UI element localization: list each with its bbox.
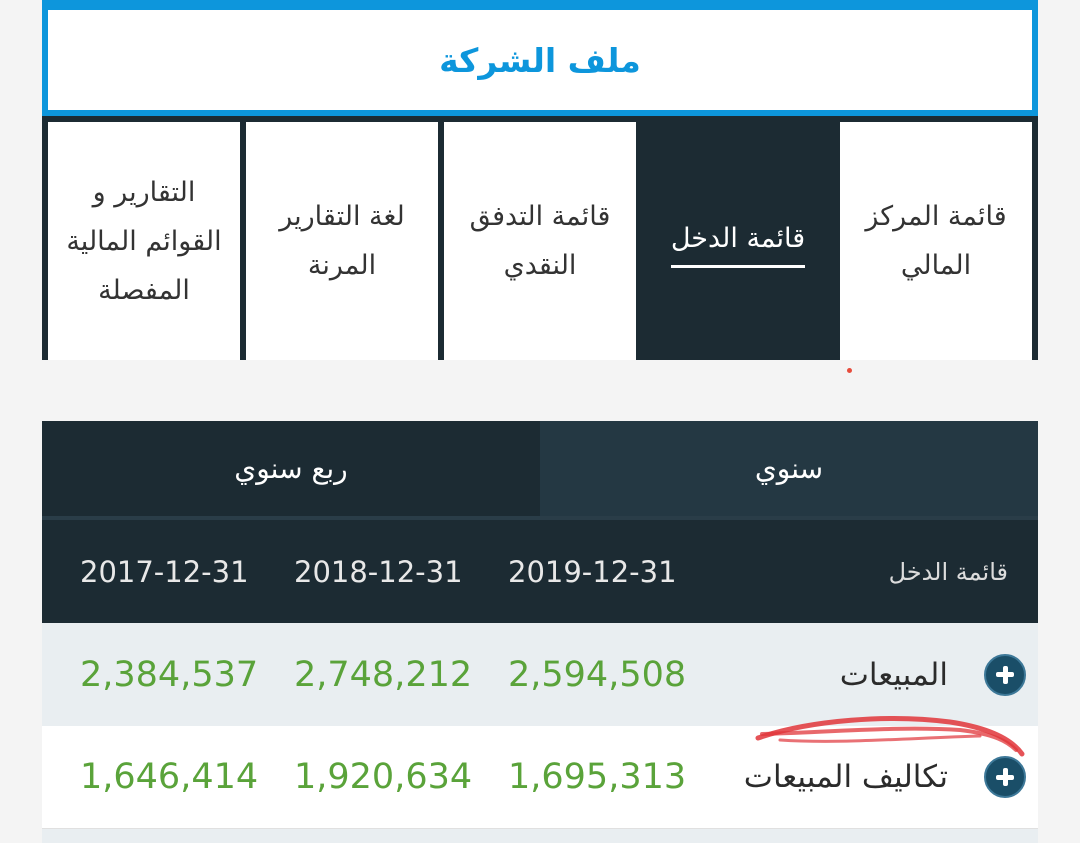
table-title: قائمة الدخل [888,557,1008,586]
table-header: قائمة الدخل 2019-12-31 2018-12-31 2017-1… [42,516,1038,623]
tab-label: لغة التقارير المرنة [279,201,405,281]
column-header-2017: 2017-12-31 [80,554,249,589]
period-label: سنوي [754,452,824,485]
row-value-2017: 2,384,537 [80,654,259,695]
tab-income-statement[interactable]: قائمة الدخل [642,122,834,360]
statement-tabs: قائمة المركز المالي قائمة الدخل قائمة ال… [42,116,1038,360]
row-label: المبيعات [839,656,948,693]
header-inner: ملف الشركة [48,10,1032,110]
tab-xbrl[interactable]: لغة التقارير المرنة [246,122,438,360]
period-label: ربع سنوي [234,452,348,485]
tab-label: قائمة الدخل [670,214,806,268]
row-value-2018: 2,748,212 [294,654,473,695]
column-header-2018: 2018-12-31 [294,554,463,589]
plus-circle-icon[interactable] [984,653,1026,696]
annotation-dot [847,368,852,373]
row-value-2017: 1,646,414 [80,757,259,797]
row-label: تكاليف المبيعات [743,759,948,795]
table-row-next [42,829,1038,843]
table-row-cost-of-sales[interactable]: تكاليف المبيعات 1,695,313 1,920,634 1,64… [42,726,1038,829]
tab-label: قائمة المركز المالي [865,201,1007,281]
company-profile-header: ملف الشركة [42,0,1038,116]
tab-annual[interactable]: سنوي [540,421,1038,516]
period-toggle: سنوي ربع سنوي [42,421,1038,516]
tab-detailed-reports[interactable]: التقارير و القوائم المالية المفصلة [48,122,240,360]
tab-cash-flow[interactable]: قائمة التدفق النقدي [444,122,636,360]
column-header-2019: 2019-12-31 [508,554,677,589]
plus-circle-icon[interactable] [984,756,1026,798]
row-value-2018: 1,920,634 [294,757,473,797]
tab-label: التقارير و القوائم المالية المفصلة [66,176,222,306]
row-value-2019: 1,695,313 [508,757,687,797]
row-value-2019: 2,594,508 [508,654,687,695]
tab-label: قائمة التدفق النقدي [469,201,611,281]
page-title: ملف الشركة [439,40,641,80]
table-row-sales[interactable]: المبيعات 2,594,508 2,748,212 2,384,537 [42,623,1038,726]
tab-quarterly[interactable]: ربع سنوي [42,421,540,516]
tab-financial-position[interactable]: قائمة المركز المالي [840,122,1032,360]
